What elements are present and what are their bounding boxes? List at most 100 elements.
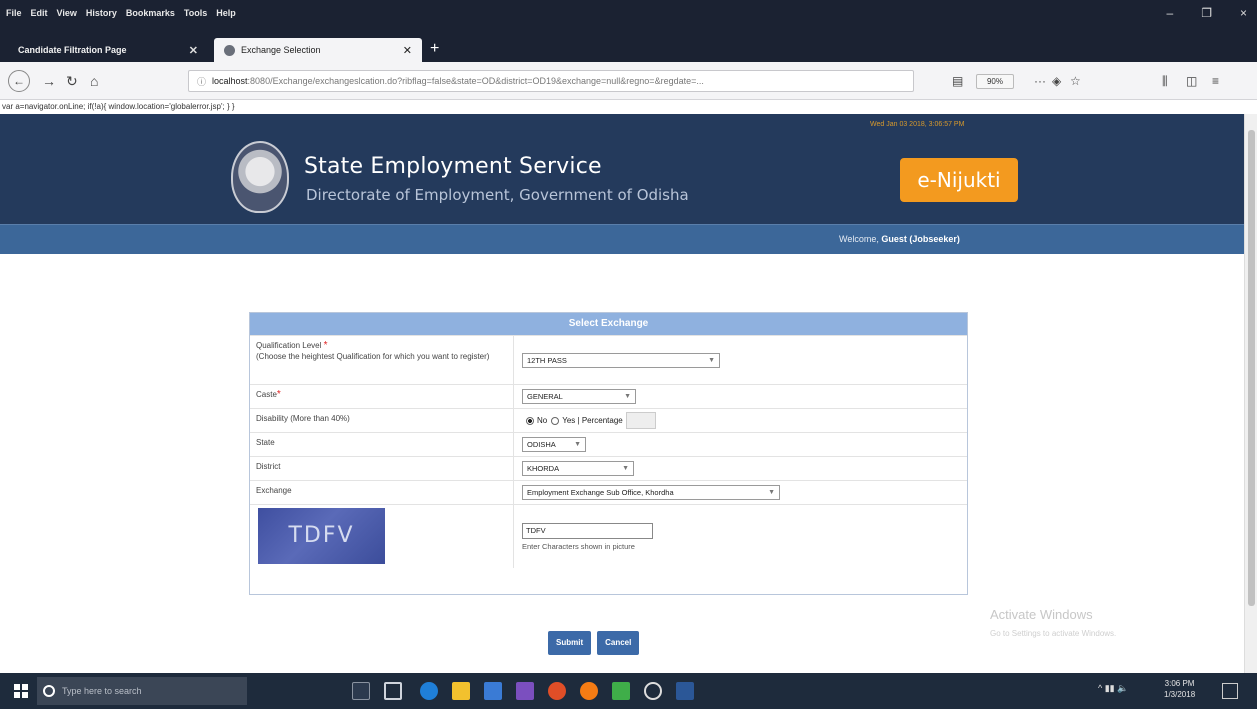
- caste-value-cell: GENERAL ▼: [514, 385, 967, 408]
- state-selected: ODISHA: [527, 440, 556, 449]
- disability-no-radio[interactable]: [526, 416, 534, 425]
- chevron-down-icon: ▼: [768, 489, 775, 496]
- form-actions: Submit Cancel: [548, 631, 640, 655]
- pocket-icon[interactable]: ◈: [1052, 73, 1061, 89]
- menu-history[interactable]: History: [86, 4, 117, 22]
- url-path: :8080/Exchange/exchangeslcation.do?ribfl…: [247, 76, 704, 86]
- menu-help[interactable]: Help: [216, 4, 236, 22]
- home-icon[interactable]: ⌂: [90, 71, 98, 91]
- exchange-label-cell: Exchange: [250, 481, 514, 504]
- app-icon[interactable]: [516, 682, 534, 700]
- district-value-cell: KHORDA ▼: [514, 457, 967, 480]
- url-host: localhost: [212, 76, 248, 86]
- qualification-label-cell: Qualification Level * (Choose the height…: [250, 336, 514, 384]
- window-controls: – ❐ ×: [1167, 6, 1247, 20]
- required-marker: *: [276, 389, 281, 400]
- menu-view[interactable]: View: [57, 4, 77, 22]
- word-icon[interactable]: [676, 682, 694, 700]
- globe-icon: [224, 44, 235, 56]
- menu-edit[interactable]: Edit: [31, 4, 48, 22]
- welcome-prefix: Welcome,: [839, 234, 879, 244]
- caste-select[interactable]: GENERAL ▼: [522, 389, 636, 404]
- reload-button[interactable]: ↻: [66, 71, 78, 91]
- notification-icon[interactable]: [1222, 683, 1238, 699]
- settings-gear-icon[interactable]: [644, 682, 662, 700]
- store-icon[interactable]: [484, 682, 502, 700]
- site-subtitle: Directorate of Employment, Government of…: [306, 186, 689, 204]
- site-header: Wed Jan 03 2018, 3:06:57 PM State Employ…: [0, 114, 1244, 224]
- close-tab-icon[interactable]: ✕: [403, 44, 412, 57]
- cancel-button[interactable]: Cancel: [597, 631, 640, 655]
- zoom-level[interactable]: 90%: [976, 74, 1014, 89]
- qualification-hint: (Choose the heightest Qualification for …: [256, 352, 490, 361]
- firefox-icon[interactable]: [580, 682, 598, 700]
- tab-candidate-filtration[interactable]: Candidate Filtration Page ✕: [8, 38, 208, 62]
- sidebar-icon[interactable]: ◫: [1186, 73, 1197, 89]
- taskbar-clock[interactable]: 3:06 PM 1/3/2018: [1164, 678, 1195, 700]
- close-window-button[interactable]: ×: [1240, 6, 1247, 20]
- activate-windows-hint: Go to Settings to activate Windows.: [990, 629, 1117, 638]
- percentage-input[interactable]: [625, 412, 656, 429]
- state-select[interactable]: ODISHA ▼: [522, 437, 586, 452]
- hamburger-menu-icon[interactable]: ≡: [1212, 73, 1219, 89]
- exchange-select[interactable]: Employment Exchange Sub Office, Khordha …: [522, 485, 780, 500]
- district-select[interactable]: KHORDA ▼: [522, 461, 634, 476]
- captcha-image: TDFV: [258, 508, 385, 564]
- activate-windows-watermark: Activate Windows: [990, 607, 1093, 622]
- tab-exchange-selection[interactable]: Exchange Selection ✕: [214, 38, 422, 62]
- captcha-input[interactable]: TDFV: [522, 522, 653, 539]
- page-actions-icon[interactable]: ···: [1034, 73, 1046, 89]
- tab-title: Exchange Selection: [241, 45, 321, 55]
- state-value-cell: ODISHA ▼: [514, 433, 967, 456]
- bookmark-star-icon[interactable]: ☆: [1070, 73, 1081, 89]
- raw-script-text: var a=navigator.onLine; if(!a){ window.l…: [0, 100, 1244, 114]
- form-heading: Select Exchange: [250, 313, 967, 335]
- district-label-cell: District: [250, 457, 514, 480]
- submit-button[interactable]: Submit: [548, 631, 592, 655]
- exchange-label: Exchange: [256, 486, 292, 495]
- taskbar-search[interactable]: Type here to search: [37, 677, 247, 705]
- chevron-down-icon: ▼: [574, 441, 581, 448]
- new-tab-button[interactable]: +: [430, 39, 439, 59]
- close-tab-icon[interactable]: ✕: [189, 44, 198, 57]
- info-icon[interactable]: ⓘ: [197, 75, 206, 88]
- clock-date: 1/3/2018: [1164, 690, 1196, 699]
- library-icon[interactable]: ⫼: [1162, 73, 1168, 89]
- captcha-row: TDFV TDFV Enter Characters shown in pict…: [250, 504, 967, 568]
- welcome-bar: Welcome, Guest (Jobseeker): [0, 224, 1244, 254]
- microphone-icon[interactable]: [352, 682, 370, 700]
- required-marker: *: [323, 340, 328, 351]
- scrollbar-thumb[interactable]: [1248, 130, 1255, 606]
- exchange-row: Exchange Employment Exchange Sub Office,…: [250, 480, 967, 504]
- select-exchange-form: Select Exchange Qualification Level * (C…: [249, 312, 968, 595]
- browser-chrome: File Edit View History Bookmarks Tools H…: [0, 0, 1257, 62]
- reader-view-icon[interactable]: ▤: [952, 73, 963, 89]
- system-tray-icons[interactable]: ^ ▮▮ 🔈: [1098, 683, 1128, 694]
- edge-icon[interactable]: [420, 682, 438, 700]
- maximize-button[interactable]: ❐: [1201, 6, 1212, 20]
- forward-button[interactable]: →: [42, 71, 56, 91]
- caste-label-cell: Caste*: [250, 385, 514, 408]
- address-bar[interactable]: ⓘ localhost :8080/Exchange/exchangeslcat…: [188, 70, 914, 92]
- file-explorer-icon[interactable]: [452, 682, 470, 700]
- clock-time: 3:06 PM: [1164, 679, 1195, 688]
- menu-tools[interactable]: Tools: [184, 4, 207, 22]
- menu-file[interactable]: File: [6, 4, 22, 22]
- windows-start-icon[interactable]: [14, 684, 28, 698]
- minimize-button[interactable]: –: [1167, 6, 1174, 20]
- disability-yes-radio[interactable]: [551, 416, 560, 425]
- chrome-icon[interactable]: [548, 682, 566, 700]
- menu-bookmarks[interactable]: Bookmarks: [126, 4, 175, 22]
- odisha-emblem-icon: [231, 141, 289, 213]
- welcome-text: Welcome, Guest (Jobseeker): [839, 234, 960, 244]
- page-scrollbar[interactable]: [1244, 114, 1257, 673]
- back-button[interactable]: ←: [8, 70, 30, 92]
- qualification-select[interactable]: 12TH PASS ▼: [522, 352, 720, 368]
- windows-taskbar: Type here to search ^ ▮▮ 🔈 3:06 PM 1/3/2…: [0, 673, 1257, 709]
- disability-yes-label: Yes: [562, 416, 576, 425]
- state-row: State ODISHA ▼: [250, 432, 967, 456]
- task-view-icon[interactable]: [384, 682, 402, 700]
- qualification-label: Qualification Level: [256, 341, 322, 350]
- tab-title: Candidate Filtration Page: [18, 45, 127, 55]
- notepad-icon[interactable]: [612, 682, 630, 700]
